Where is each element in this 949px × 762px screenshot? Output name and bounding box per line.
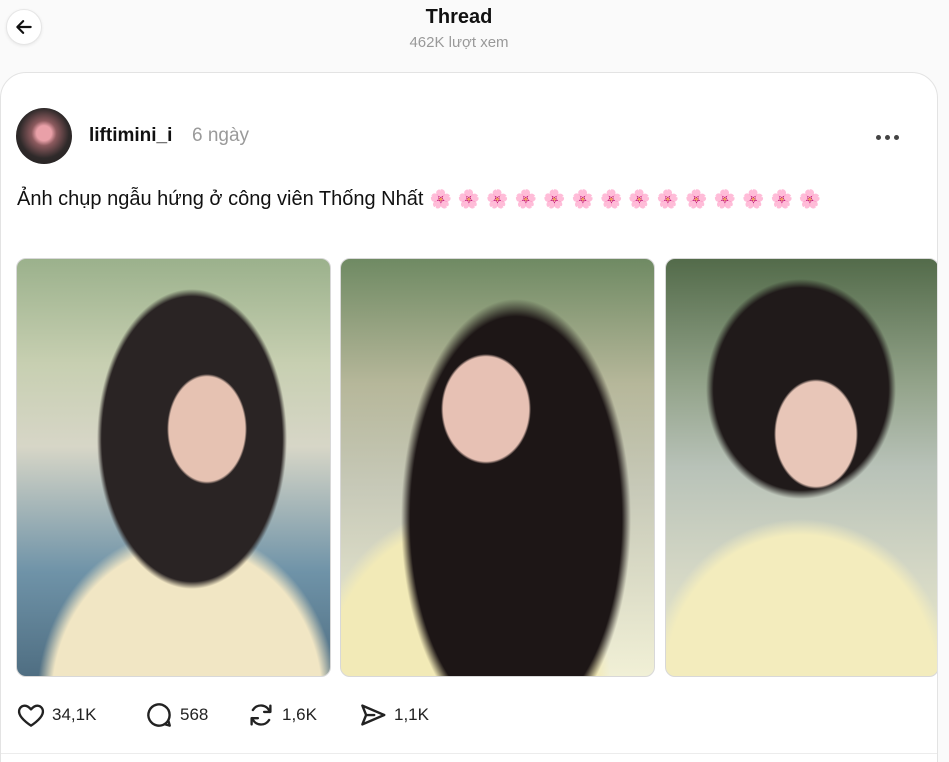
repost-count: 1,6K [282,705,317,724]
page-title: Thread [425,6,493,28]
send-icon [361,704,386,726]
cherry-blossom-icon: 🌸 [486,189,509,209]
comment-count: 568 [180,705,209,724]
like-button[interactable]: 34,1K [16,698,96,732]
post-card: liftimini_i 6 ngày Ảnh chụp ngẫu hứng ở … [0,72,938,762]
heart-icon [17,704,45,727]
cherry-blossom-icon: 🌸 [628,189,651,209]
cherry-blossom-icon: 🌸 [656,189,680,209]
username-link[interactable]: liftimini_i [89,125,172,147]
cherry-blossom-icon: 🌸 [685,189,708,209]
caption-text: Ảnh chụp ngẫu hứng ở công viên Thống Nhấ… [17,188,424,210]
cherry-blossom-icon: 🌸 [599,189,623,209]
like-count: 34,1K [52,705,97,724]
comment-button[interactable]: 568 [144,698,208,732]
post-timestamp[interactable]: 6 ngày [192,125,249,147]
dot-icon [893,134,899,140]
view-count: 462K lượt xem [409,34,509,51]
cherry-blossom-icon: 🌸 [713,189,737,209]
comment-icon [147,703,171,727]
share-count: 1,1K [394,705,429,724]
post-photo-3[interactable] [665,258,937,677]
repost-icon [250,704,272,726]
cherry-blossom-icon: 🌸 [571,189,594,209]
flower-emojis: 🌸 🌸 🌸 🌸 🌸 🌸 🌸 🌸 🌸 🌸 🌸 🌸 🌸 🌸 [423,188,821,210]
dot-icon [875,134,881,140]
divider [1,753,937,754]
post-photo-2[interactable] [340,258,655,677]
photo-carousel[interactable] [16,258,937,678]
post-photo-1[interactable] [16,258,331,677]
repost-button[interactable]: 1,6K [246,698,317,732]
cherry-blossom-icon: 🌸 [543,189,566,209]
action-bar: 34,1K 568 1,6K 1,1K [16,698,616,732]
dot-icon [884,134,890,140]
share-button[interactable]: 1,1K [358,698,429,732]
avatar[interactable] [16,108,72,164]
cherry-blossom-icon: 🌸 [429,189,452,209]
cherry-blossom-icon: 🌸 [457,189,481,209]
cherry-blossom-icon: 🌸 [514,189,538,209]
thread-header: Thread 462K lượt xem [0,0,949,70]
cherry-blossom-icon: 🌸 [770,189,793,209]
post-caption: Ảnh chụp ngẫu hứng ở công viên Thống Nhấ… [17,183,897,215]
more-options-button[interactable] [869,125,905,149]
cherry-blossom-icon: 🌸 [742,189,765,209]
cherry-blossom-icon: 🌸 [798,189,822,209]
